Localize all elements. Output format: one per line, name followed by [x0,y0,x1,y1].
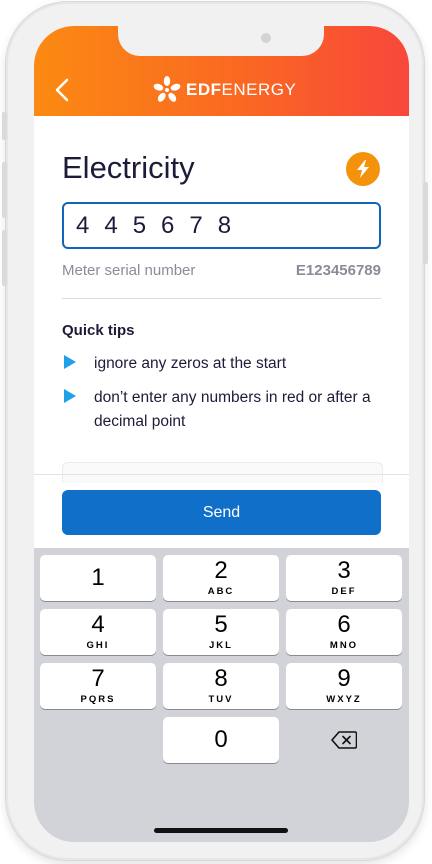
lightning-bolt-icon [357,160,369,178]
tip-text: ignore any zeros at the start [94,355,287,372]
home-indicator [154,828,288,833]
key-letters: ABC [207,586,235,597]
key-letters: MNO [329,640,359,651]
back-button[interactable] [44,72,80,108]
key-letters: PQRS [80,694,116,705]
key-letters: GHI [86,640,110,651]
camera [261,33,271,43]
screen: EDFENERGY Electricity 445678 Meter seria… [34,26,409,842]
key-letters: WXYZ [326,694,362,705]
key-digit: 2 [214,557,228,584]
key-0[interactable]: 0 [163,717,279,763]
brand-wordmark: EDFENERGY [186,80,297,99]
play-arrow-icon [64,355,76,369]
serial-number-value: E123456789 [295,262,381,279]
key-4[interactable]: 4 GHI [40,609,156,655]
key-letters: DEF [331,586,357,597]
brand-logo: EDFENERGY [152,76,296,104]
side-button-mute [2,112,7,140]
key-digit: 7 [91,665,105,692]
delete-key[interactable] [286,717,402,763]
footer-divider [34,474,409,475]
side-button-volume-up [2,162,7,218]
card-peek [62,462,383,483]
divider [62,298,381,299]
key-digit: 4 [91,611,105,638]
play-arrow-icon [64,389,76,403]
chevron-left-icon [55,78,69,102]
key-digit: 3 [337,557,351,584]
key-digit: 1 [91,564,105,591]
backspace-icon [331,731,357,749]
key-5[interactable]: 5 JKL [163,609,279,655]
key-7[interactable]: 7 PQRS [40,663,156,709]
edf-flower-icon [153,76,181,102]
key-2[interactable]: 2 ABC [163,555,279,601]
key-8[interactable]: 8 TUV [163,663,279,709]
side-button-volume-down [2,230,7,286]
send-button[interactable]: Send [62,490,381,535]
key-6[interactable]: 6 MNO [286,609,402,655]
electricity-badge [346,152,380,186]
key-9[interactable]: 9 WXYZ [286,663,402,709]
key-digit: 5 [214,611,228,638]
key-digit: 0 [214,726,228,753]
numeric-keypad: 1 2 ABC 3 DEF 4 GHI 5 JKL 6 MNO 7 PQRS 8… [34,548,409,842]
side-button-power [423,182,428,264]
serial-number-label: Meter serial number [62,262,196,279]
key-digit: 9 [337,665,351,692]
key-letters: JKL [209,640,233,651]
notch [118,26,324,56]
quick-tips-heading: Quick tips [62,322,135,339]
key-letters: TUV [208,694,234,705]
key-blank [40,717,156,763]
key-digit: 6 [337,611,351,638]
phone-frame: EDFENERGY Electricity 445678 Meter seria… [2,2,428,860]
tip-text: don’t enter any numbers in red or after … [94,389,371,430]
meter-reading-input[interactable]: 445678 [62,202,381,249]
page-title: Electricity [62,150,195,185]
key-1[interactable]: 1 [40,555,156,601]
key-3[interactable]: 3 DEF [286,555,402,601]
key-digit: 8 [214,665,228,692]
